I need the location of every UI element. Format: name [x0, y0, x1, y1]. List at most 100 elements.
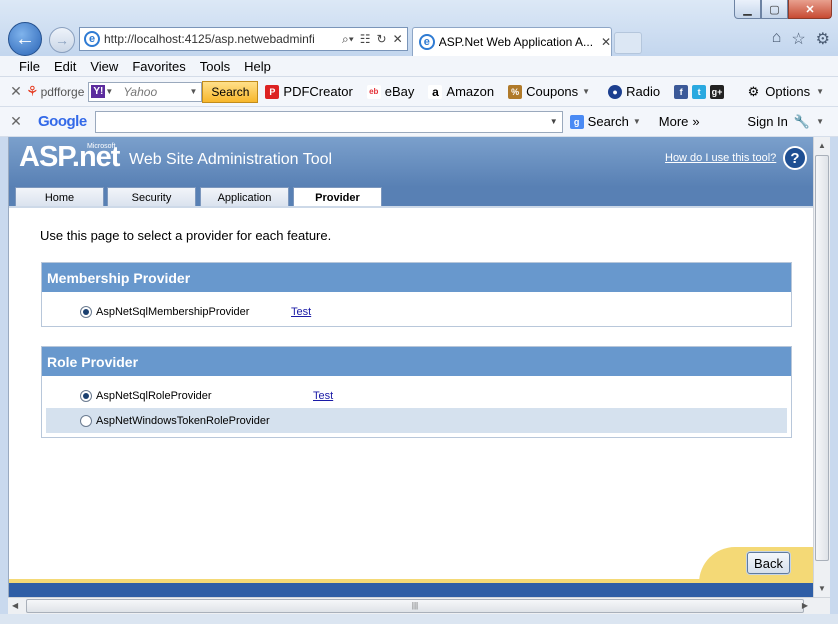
- role-radio-windows-token[interactable]: [80, 414, 92, 427]
- refresh-icon[interactable]: ↻: [377, 32, 387, 47]
- menu-edit[interactable]: Edit: [47, 59, 83, 74]
- compat-view-icon[interactable]: ☷: [360, 32, 371, 47]
- forward-arrow-icon[interactable]: →: [49, 27, 75, 53]
- new-tab-button[interactable]: [614, 32, 642, 54]
- search-dropdown-icon[interactable]: ⌕▾: [342, 32, 354, 47]
- facebook-icon[interactable]: f: [674, 84, 689, 99]
- google-toolbar: ✕ Google ▼ g Search ▼ More» Sign In 🔧 ▼: [0, 107, 838, 137]
- aspnet-logo: ASP.net Microsoft: [19, 141, 120, 173]
- scroll-up-icon[interactable]: ▲: [814, 137, 830, 154]
- sign-in-area: Sign In 🔧 ▼: [747, 113, 824, 130]
- tab-title: ASP.Net Web Application A...: [438, 35, 594, 49]
- menu-help[interactable]: Help: [237, 59, 278, 74]
- google-plus-icon[interactable]: g+: [710, 84, 725, 99]
- page-viewport: ASP.net Microsoft Web Site Administratio…: [8, 137, 813, 597]
- pdfforge-logo: ⚘ pdfforge: [26, 83, 85, 99]
- more-button[interactable]: More»: [652, 114, 707, 129]
- role-test-link[interactable]: Test: [313, 390, 333, 402]
- vertical-scrollbar[interactable]: ▲ ▼: [813, 137, 830, 597]
- scroll-left-icon[interactable]: ◀: [12, 601, 18, 610]
- yahoo-logo-icon: Y!: [91, 85, 106, 98]
- membership-test-link[interactable]: Test: [291, 306, 311, 318]
- chevron-down-icon[interactable]: ▼: [189, 87, 201, 96]
- membership-provider-section: Membership Provider AspNetSqlMembershipP…: [41, 262, 792, 327]
- wrench-icon[interactable]: 🔧: [794, 114, 810, 130]
- role-provider-section: Role Provider AspNetSqlRoleProvider Test…: [41, 346, 792, 438]
- footer-band-blue: [9, 583, 813, 597]
- settings-gear-icon[interactable]: ⚙: [816, 29, 830, 49]
- scroll-right-icon[interactable]: ▶: [802, 601, 808, 610]
- chevron-down-icon[interactable]: ▼: [550, 117, 558, 126]
- back-arrow-icon[interactable]: ←: [8, 22, 42, 56]
- browser-tab[interactable]: e ASP.Net Web Application A... ✕: [412, 27, 612, 56]
- provider-name: AspNetWindowsTokenRoleProvider: [96, 414, 270, 427]
- menu-file[interactable]: File: [12, 59, 47, 74]
- toolbar-radio[interactable]: ● Radio: [601, 84, 667, 99]
- yahoo-search-input[interactable]: Y! ▼ Yahoo ▼: [88, 81, 203, 102]
- intro-text: Use this page to select a provider for e…: [40, 228, 332, 243]
- help-icon[interactable]: ?: [783, 146, 807, 170]
- tab-security[interactable]: Security: [107, 187, 196, 207]
- provider-row: AspNetSqlMembershipProvider Test: [46, 299, 787, 324]
- google-search-icon: g: [569, 114, 584, 129]
- maximize-button[interactable]: ▢: [761, 0, 788, 19]
- vertical-scroll-thumb[interactable]: [815, 155, 829, 561]
- ie-page-icon: e: [84, 31, 100, 47]
- toolbar-options[interactable]: ⚙ Options ▼: [748, 84, 828, 100]
- ebay-icon: eb: [366, 84, 381, 99]
- close-toolbar-icon[interactable]: ✕: [6, 83, 26, 100]
- tab-close-icon[interactable]: ✕: [601, 35, 611, 49]
- browser-titlebar: ▁ ▢ ✕ ← → e http://localhost:4125/asp.ne…: [0, 0, 838, 56]
- close-window-button[interactable]: ✕: [788, 0, 832, 19]
- toolbar-amazon[interactable]: a Amazon: [421, 84, 501, 99]
- provider-row: AspNetSqlRoleProvider Test: [46, 383, 787, 408]
- window-controls: ▁ ▢ ✕: [734, 0, 832, 19]
- google-search-input[interactable]: ▼: [94, 110, 563, 133]
- options-gear-icon: ⚙: [747, 83, 760, 99]
- toolbar-pdfcreator[interactable]: P PDFCreator: [258, 84, 359, 99]
- google-search-button[interactable]: g Search ▼: [563, 114, 652, 129]
- tab-home[interactable]: Home: [15, 187, 104, 207]
- close-toolbar-icon[interactable]: ✕: [6, 113, 26, 130]
- tab-provider[interactable]: Provider: [293, 187, 382, 208]
- favorites-star-icon[interactable]: ☆: [791, 29, 805, 49]
- social-icons: f t g+: [667, 84, 731, 99]
- provider-name: AspNetSqlMembershipProvider: [96, 305, 250, 318]
- address-url[interactable]: http://localhost:4125/asp.netwebadminfi: [104, 32, 336, 46]
- menu-bar: File Edit View Favorites Tools Help: [0, 56, 838, 77]
- stop-icon[interactable]: ✕: [393, 32, 403, 47]
- menu-favorites[interactable]: Favorites: [125, 59, 192, 74]
- role-provider-header: Role Provider: [42, 347, 791, 376]
- pdfforge-toolbar: ✕ ⚘ pdfforge Y! ▼ Yahoo ▼ Search P PDFCrea…: [0, 77, 838, 107]
- twitter-icon[interactable]: t: [692, 84, 707, 99]
- membership-provider-header: Membership Provider: [42, 263, 791, 292]
- yahoo-search-button[interactable]: Search: [202, 80, 259, 103]
- menu-view[interactable]: View: [83, 59, 125, 74]
- provider-row: AspNetWindowsTokenRoleProvider: [46, 408, 787, 433]
- tab-application[interactable]: Application: [200, 187, 289, 207]
- horizontal-scroll-thumb[interactable]: |||: [26, 599, 804, 613]
- toolbar-ebay[interactable]: eb eBay: [360, 84, 422, 99]
- membership-radio-sql[interactable]: [80, 305, 92, 318]
- coupon-icon: %: [508, 84, 523, 99]
- address-bar[interactable]: e http://localhost:4125/asp.netwebadminf…: [79, 27, 408, 51]
- pdf-icon: P: [265, 84, 280, 99]
- wsat-header: ASP.net Microsoft Web Site Administratio…: [9, 137, 813, 187]
- provider-name: AspNetSqlRoleProvider: [96, 389, 212, 402]
- chevron-down-icon[interactable]: ▼: [105, 87, 117, 96]
- horizontal-scrollbar[interactable]: ◀ ||| ▶: [8, 597, 830, 614]
- role-radio-sql[interactable]: [80, 389, 92, 402]
- menu-tools[interactable]: Tools: [193, 59, 237, 74]
- minimize-button[interactable]: ▁: [734, 0, 761, 19]
- back-button[interactable]: Back: [747, 552, 790, 574]
- tab-ie-icon: e: [419, 34, 435, 50]
- wsat-tabbar: Home Security Application Provider: [9, 187, 813, 208]
- google-logo: Google: [38, 113, 87, 130]
- status-bar: [0, 614, 838, 624]
- help-link[interactable]: How do I use this tool?: [665, 152, 776, 164]
- scroll-down-icon[interactable]: ▼: [814, 580, 830, 597]
- toolbar-coupons[interactable]: % Coupons ▼: [501, 84, 601, 99]
- home-icon[interactable]: ⌂: [772, 29, 782, 49]
- tab-divider: [9, 206, 813, 208]
- sign-in-link[interactable]: Sign In: [747, 114, 787, 129]
